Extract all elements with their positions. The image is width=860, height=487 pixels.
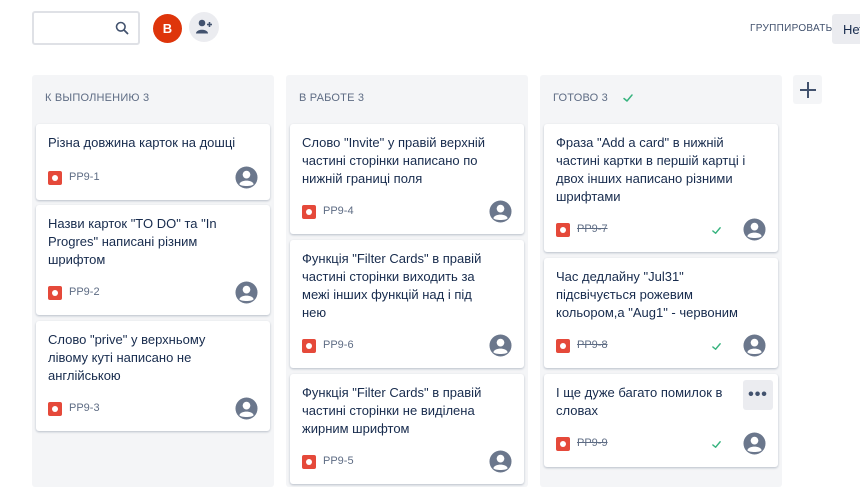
check-icon: [623, 94, 633, 102]
user-avatar-icon[interactable]: [743, 218, 766, 241]
card-title: Слово "prive" у верхньому лівому куті на…: [48, 332, 206, 383]
user-avatar-icon[interactable]: [235, 397, 258, 420]
issue-card[interactable]: Слово "Invite" у правій верхній частині …: [290, 124, 524, 234]
group-by-label: ГРУППИРОВАТЬ:: [750, 23, 836, 34]
column-header: ГОТОВО 3: [553, 92, 634, 104]
issue-card[interactable]: Функція "Filter Cards" в правій частині …: [290, 240, 524, 368]
user-avatar-icon[interactable]: [489, 450, 512, 473]
user-avatar-icon[interactable]: [489, 200, 512, 223]
card-title: Назви карток "TO DO" та "In Progres" нап…: [48, 216, 217, 267]
check-icon: [712, 343, 721, 350]
user-avatar[interactable]: B: [153, 14, 182, 43]
issue-card[interactable]: Різна довжина карток на дошці PP9-1: [36, 124, 270, 200]
bug-icon: [556, 437, 570, 451]
issue-card[interactable]: Фраза "Add a card" в нижній частині карт…: [544, 124, 778, 252]
issue-key[interactable]: PP9-6: [323, 339, 354, 351]
issue-key[interactable]: PP9-7: [577, 223, 608, 235]
bug-icon: [556, 223, 570, 237]
card-footer: PP9-3: [48, 397, 258, 421]
column-done: ГОТОВО 3 Фраза "Add a card" в нижній час…: [540, 75, 782, 487]
bug-icon: [48, 402, 62, 416]
bug-icon: [48, 171, 62, 185]
card-title: Слово "Invite" у правій верхній частині …: [302, 135, 486, 186]
user-avatar-icon[interactable]: [743, 334, 766, 357]
card-footer: PP9-8: [556, 334, 766, 358]
issue-key[interactable]: PP9-8: [577, 339, 608, 351]
column-todo: К ВЫПОЛНЕНИЮ 3 Різна довжина карток на д…: [32, 75, 274, 487]
issue-card[interactable]: І ще дуже багато помилок в словах ••• PP…: [544, 374, 778, 467]
card-title: Фраза "Add a card" в нижній частині карт…: [556, 135, 746, 204]
issue-card[interactable]: Функція "Filter Cards" в правій частині …: [290, 374, 524, 484]
issue-key[interactable]: PP9-4: [323, 205, 354, 217]
issue-key[interactable]: PP9-2: [69, 286, 100, 298]
issue-card[interactable]: Назви карток "TO DO" та "In Progres" нап…: [36, 205, 270, 315]
search-input[interactable]: [32, 11, 140, 45]
column-title: ГОТОВО 3: [553, 92, 608, 104]
card-footer: PP9-1: [48, 166, 258, 190]
add-column-button[interactable]: [793, 75, 822, 104]
column-title: В РАБОТЕ 3: [299, 92, 365, 104]
add-person-icon: [196, 19, 212, 34]
check-icon: [712, 227, 721, 234]
more-button[interactable]: •••: [743, 380, 773, 410]
card-title: Функція "Filter Cards" в правій частині …: [302, 385, 482, 436]
add-person-button[interactable]: [189, 12, 219, 42]
user-avatar-icon[interactable]: [743, 432, 766, 455]
issue-key[interactable]: PP9-9: [577, 437, 608, 449]
more-icon: •••: [748, 386, 768, 403]
card-title: Різна довжина карток на дошці: [48, 135, 236, 150]
search-icon: [115, 21, 129, 35]
issue-key[interactable]: PP9-1: [69, 171, 100, 183]
issue-card[interactable]: Час дедлайну "Jul31" підсвічується рожев…: [544, 258, 778, 368]
card-title: І ще дуже багато помилок в словах: [556, 385, 723, 418]
card-footer: PP9-9: [556, 432, 766, 456]
issue-key[interactable]: PP9-3: [69, 402, 100, 414]
user-avatar-icon[interactable]: [235, 281, 258, 304]
card-title: Час дедлайну "Jul31" підсвічується рожев…: [556, 269, 738, 320]
bug-icon: [48, 286, 62, 300]
bug-icon: [556, 339, 570, 353]
issue-key[interactable]: PP9-5: [323, 455, 354, 467]
column-title: К ВЫПОЛНЕНИЮ 3: [45, 92, 150, 104]
card-footer: PP9-7: [556, 218, 766, 242]
user-avatar-icon[interactable]: [235, 166, 258, 189]
card-title: Функція "Filter Cards" в правій частині …: [302, 251, 482, 320]
plus-icon: [799, 81, 816, 98]
column-in-progress: В РАБОТЕ 3 Слово "Invite" у правій верхн…: [286, 75, 528, 487]
card-footer: PP9-4: [302, 200, 512, 224]
bug-icon: [302, 339, 316, 353]
column-header: В РАБОТЕ 3: [299, 92, 364, 104]
card-footer: PP9-2: [48, 281, 258, 305]
card-footer: PP9-5: [302, 450, 512, 474]
user-avatar-icon[interactable]: [489, 334, 512, 357]
group-by-select[interactable]: Нет: [832, 14, 860, 44]
issue-card[interactable]: Слово "prive" у верхньому лівому куті на…: [36, 321, 270, 431]
check-icon: [712, 441, 721, 448]
bug-icon: [302, 455, 316, 469]
bug-icon: [302, 205, 316, 219]
card-footer: PP9-6: [302, 334, 512, 358]
column-header: К ВЫПОЛНЕНИЮ 3: [45, 92, 149, 104]
